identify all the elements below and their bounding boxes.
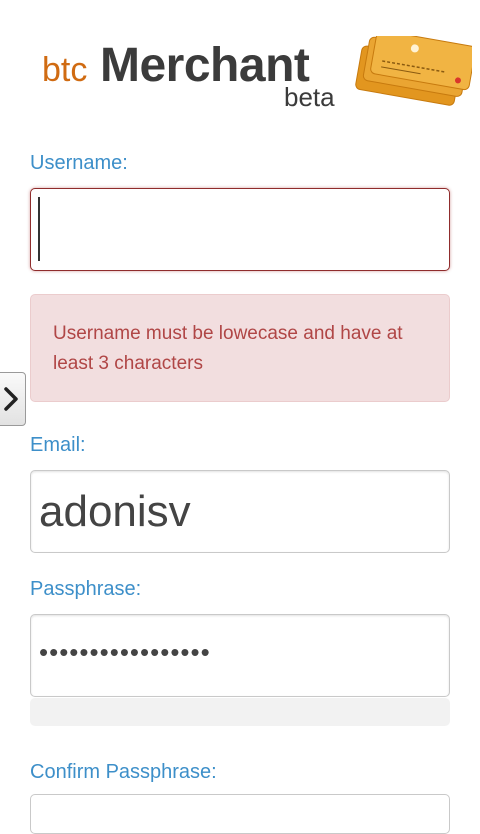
logo-beta-text: beta: [284, 82, 335, 112]
passphrase-input[interactable]: •••••••••••••••••: [30, 614, 450, 697]
username-input[interactable]: [30, 188, 450, 271]
side-panel-toggle-button[interactable]: [0, 372, 26, 426]
logo-btc-text: btc: [42, 51, 88, 89]
email-value: adonisv: [39, 487, 191, 536]
bitcoin-cards-icon: [355, 36, 472, 106]
confirm-passphrase-label: Confirm Passphrase:: [30, 761, 217, 783]
email-label: Email:: [30, 434, 86, 456]
text-cursor: [38, 197, 40, 261]
passphrase-strength-bar: [30, 698, 450, 726]
username-error-text: Username must be lowecase and have at le…: [53, 323, 403, 374]
logo-merchant-text: Merchant: [100, 39, 310, 92]
chevron-right-icon: [4, 387, 18, 411]
passphrase-masked-value: •••••••••••••••••: [39, 637, 211, 667]
passphrase-label: Passphrase:: [30, 578, 142, 600]
username-label: Username:: [30, 152, 128, 174]
confirm-passphrase-input[interactable]: [30, 794, 450, 834]
username-error-alert: Username must be lowecase and have at le…: [30, 294, 450, 402]
app-logo: btc Merchant beta: [40, 36, 480, 126]
email-input[interactable]: adonisv: [30, 470, 450, 553]
